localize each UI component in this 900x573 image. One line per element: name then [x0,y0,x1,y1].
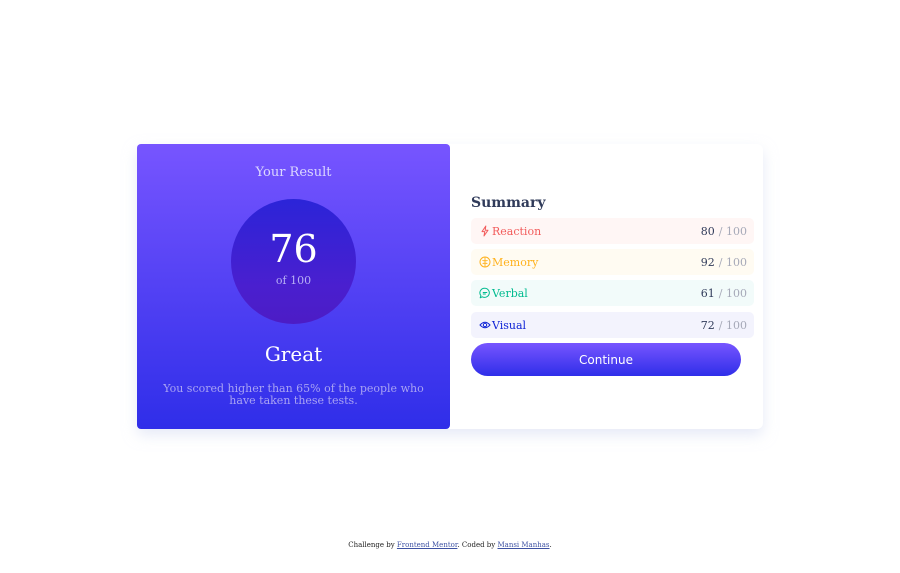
summary-row-memory: Memory 92 / 100 [471,249,754,275]
frontend-mentor-link[interactable]: Frontend Mentor [397,541,458,549]
brain-icon [479,256,491,268]
score-circle: 76 of 100 [231,199,356,324]
rating-label: Great [264,342,323,366]
footer-attribution: Challenge by Frontend Mentor. Coded by M… [0,541,900,549]
summary-row-reaction: Reaction 80 / 100 [471,218,754,244]
eye-icon [479,319,491,331]
result-title: Your Result [255,165,332,180]
summary-row-visual: Visual 72 / 100 [471,312,754,338]
summary-row-max: / 100 [718,224,747,238]
summary-row-score: 92 [700,255,715,269]
score-value: 76 [269,227,318,271]
summary-row-score: 61 [700,286,715,300]
summary-row-score: 80 [700,224,715,238]
author-link[interactable]: Mansi Manhas [497,541,549,549]
footer-prefix: Challenge by [348,541,395,549]
summary-row-max: / 100 [718,286,747,300]
speech-bubble-icon [479,287,491,299]
lightning-icon [479,225,491,237]
summary-title: Summary [471,195,546,211]
summary-panel: Summary Reaction 80 / 100 Memory 92 / 10… [450,144,763,429]
footer-suffix: . [549,541,552,549]
summary-row-label: Verbal [492,286,528,300]
summary-row-score: 72 [700,318,715,332]
summary-row-max: / 100 [718,255,747,269]
summary-row-max: / 100 [718,318,747,332]
summary-row-label: Memory [492,255,539,269]
rating-description: You scored higher than 65% of the people… [163,382,424,407]
result-panel: Your Result 76 of 100 Great You scored h… [137,144,450,429]
page: Your Result 76 of 100 Great You scored h… [0,0,900,573]
summary-row-label: Visual [492,318,527,332]
summary-row-verbal: Verbal 61 / 100 [471,280,754,306]
summary-row-label: Reaction [492,224,542,238]
results-card: Your Result 76 of 100 Great You scored h… [137,144,763,429]
score-of: of 100 [275,274,312,287]
continue-button[interactable]: Continue [471,343,741,376]
footer-middle: . Coded by [457,541,496,549]
